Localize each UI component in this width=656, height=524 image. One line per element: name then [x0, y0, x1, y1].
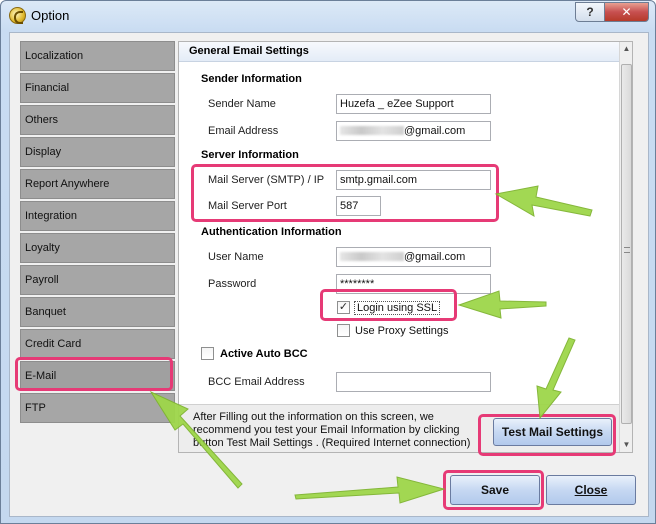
close-button[interactable]: Close	[546, 475, 636, 505]
email-address-label: Email Address	[208, 125, 279, 137]
sidebar-item-loyalty[interactable]: Loyalty	[20, 233, 175, 263]
email-address-domain: @gmail.com	[404, 125, 466, 137]
password-label: Password	[208, 278, 257, 290]
server-port-input[interactable]: 587	[336, 196, 381, 216]
sidebar-item-banquet[interactable]: Banquet	[20, 297, 175, 327]
sidebar-item-ftp[interactable]: FTP	[20, 393, 175, 423]
scrollbar-thumb[interactable]	[621, 64, 632, 424]
sidebar-item-display[interactable]: Display	[20, 137, 175, 167]
help-button[interactable]: ?	[575, 2, 605, 22]
auto-bcc-checkbox[interactable]	[201, 347, 214, 360]
dialog-client-area: Localization Financial Others Display Re…	[9, 32, 649, 517]
window-title: Option	[31, 8, 70, 23]
proxy-label[interactable]: Use Proxy Settings	[355, 325, 449, 337]
sender-name-label: Sender Name	[208, 98, 276, 110]
vertical-scrollbar[interactable]: ▲ ▼	[619, 42, 632, 452]
auto-bcc-label[interactable]: Active Auto BCC	[220, 348, 308, 360]
app-logo-icon	[9, 7, 26, 24]
sender-name-input[interactable]: Huzefa _ eZee Support	[336, 94, 491, 114]
scroll-up-icon[interactable]: ▲	[622, 44, 631, 53]
server-info-heading: Server Information	[201, 149, 299, 161]
sidebar-item-report-anywhere[interactable]: Report Anywhere	[20, 169, 175, 199]
username-domain: @gmail.com	[404, 251, 466, 263]
password-input[interactable]: ********	[336, 274, 491, 294]
sidebar-item-payroll[interactable]: Payroll	[20, 265, 175, 295]
ssl-checkbox[interactable]: ✓	[337, 301, 350, 314]
bcc-address-label: BCC Email Address	[208, 376, 305, 388]
sender-info-heading: Sender Information	[201, 73, 302, 85]
proxy-checkbox[interactable]	[337, 324, 350, 337]
test-mail-footer: After Filling out the information on thi…	[179, 404, 619, 452]
sidebar-item-credit-card[interactable]: Credit Card	[20, 329, 175, 359]
server-port-label: Mail Server Port	[208, 200, 287, 212]
auth-info-heading: Authentication Information	[201, 226, 342, 238]
smtp-server-input[interactable]: smtp.gmail.com	[336, 170, 491, 190]
ssl-label[interactable]: Login using SSL	[354, 301, 441, 315]
title-bar: Option ? ✕	[1, 1, 655, 31]
email-settings-panel: General Email Settings ▲ ▼ Sender Inform…	[178, 41, 633, 453]
sidebar-item-financial[interactable]: Financial	[20, 73, 175, 103]
email-address-input[interactable]: @gmail.com	[336, 121, 491, 141]
scroll-down-icon[interactable]: ▼	[622, 440, 631, 449]
bcc-address-input[interactable]	[336, 372, 491, 392]
sidebar-item-integration[interactable]: Integration	[20, 201, 175, 231]
sidebar-item-others[interactable]: Others	[20, 105, 175, 135]
section-title: General Email Settings	[179, 42, 619, 62]
smtp-server-label: Mail Server (SMTP) / IP	[208, 174, 325, 186]
sidebar-item-email[interactable]: E-Mail	[20, 361, 175, 391]
options-sidebar: Localization Financial Others Display Re…	[20, 41, 175, 423]
save-button[interactable]: Save	[450, 475, 540, 505]
test-mail-settings-button[interactable]: Test Mail Settings	[493, 418, 612, 446]
username-label: User Name	[208, 251, 264, 263]
option-window: Option ? ✕ Localization Financial Others…	[0, 0, 656, 524]
username-input[interactable]: @gmail.com	[336, 247, 491, 267]
close-window-button[interactable]: ✕	[604, 2, 649, 22]
sidebar-item-localization[interactable]: Localization	[20, 41, 175, 71]
test-mail-note: After Filling out the information on thi…	[193, 411, 471, 449]
